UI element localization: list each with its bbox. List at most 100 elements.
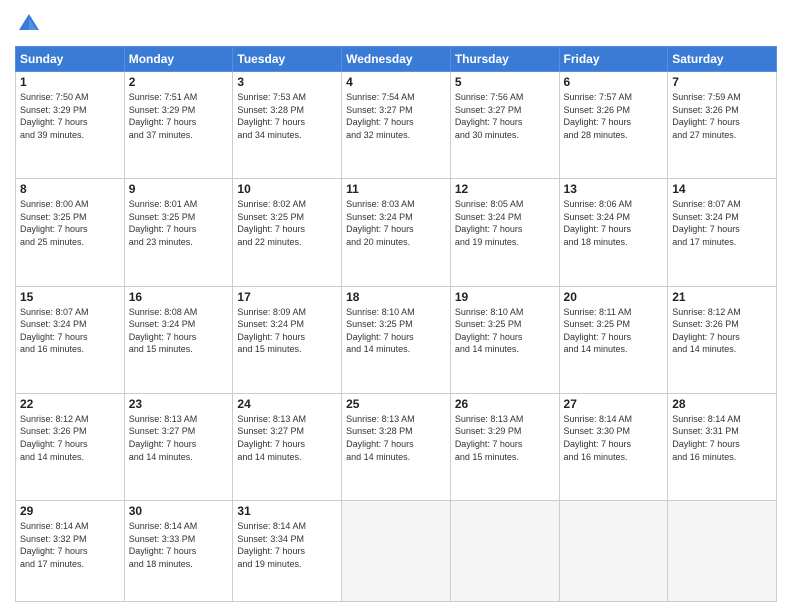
calendar-cell: 4 Sunrise: 7:54 AM Sunset: 3:27 PM Daylig…: [342, 72, 451, 179]
day-number: 27: [564, 397, 664, 411]
day-number: 26: [455, 397, 555, 411]
day-number: 25: [346, 397, 446, 411]
day-info: Sunrise: 8:14 AM Sunset: 3:32 PM Dayligh…: [20, 520, 120, 570]
calendar-cell: [668, 501, 777, 602]
calendar-cell: 20 Sunrise: 8:11 AM Sunset: 3:25 PM Dayli…: [559, 286, 668, 393]
day-info: Sunrise: 8:08 AM Sunset: 3:24 PM Dayligh…: [129, 306, 229, 356]
day-number: 11: [346, 182, 446, 196]
day-number: 7: [672, 75, 772, 89]
calendar-cell: [450, 501, 559, 602]
day-number: 21: [672, 290, 772, 304]
calendar-cell: [342, 501, 451, 602]
day-info: Sunrise: 8:06 AM Sunset: 3:24 PM Dayligh…: [564, 198, 664, 248]
calendar-cell: 29Sunrise: 8:14 AM Sunset: 3:32 PM Dayli…: [16, 501, 125, 602]
day-info: Sunrise: 7:57 AM Sunset: 3:26 PM Dayligh…: [564, 91, 664, 141]
day-info: Sunrise: 8:09 AM Sunset: 3:24 PM Dayligh…: [237, 306, 337, 356]
day-info: Sunrise: 8:02 AM Sunset: 3:25 PM Dayligh…: [237, 198, 337, 248]
page: SundayMondayTuesdayWednesdayThursdayFrid…: [0, 0, 792, 612]
calendar-cell: 23Sunrise: 8:13 AM Sunset: 3:27 PM Dayli…: [124, 393, 233, 500]
day-number: 18: [346, 290, 446, 304]
day-number: 17: [237, 290, 337, 304]
col-header-wednesday: Wednesday: [342, 47, 451, 72]
calendar-cell: 15 Sunrise: 8:07 AM Sunset: 3:24 PM Dayli…: [16, 286, 125, 393]
day-number: 8: [20, 182, 120, 196]
day-number: 16: [129, 290, 229, 304]
day-info: Sunrise: 8:10 AM Sunset: 3:25 PM Dayligh…: [346, 306, 446, 356]
calendar-cell: 5 Sunrise: 7:56 AM Sunset: 3:27 PM Daylig…: [450, 72, 559, 179]
calendar-cell: 9Sunrise: 8:01 AM Sunset: 3:25 PM Daylig…: [124, 179, 233, 286]
day-info: Sunrise: 8:14 AM Sunset: 3:34 PM Dayligh…: [237, 520, 337, 570]
day-number: 19: [455, 290, 555, 304]
day-number: 5: [455, 75, 555, 89]
day-number: 31: [237, 504, 337, 518]
calendar-cell: 6 Sunrise: 7:57 AM Sunset: 3:26 PM Daylig…: [559, 72, 668, 179]
day-info: Sunrise: 8:12 AM Sunset: 3:26 PM Dayligh…: [20, 413, 120, 463]
day-info: Sunrise: 8:14 AM Sunset: 3:31 PM Dayligh…: [672, 413, 772, 463]
calendar-table: SundayMondayTuesdayWednesdayThursdayFrid…: [15, 46, 777, 602]
day-info: Sunrise: 8:07 AM Sunset: 3:24 PM Dayligh…: [672, 198, 772, 248]
col-header-monday: Monday: [124, 47, 233, 72]
calendar-cell: 25Sunrise: 8:13 AM Sunset: 3:28 PM Dayli…: [342, 393, 451, 500]
col-header-thursday: Thursday: [450, 47, 559, 72]
calendar-cell: 22 Sunrise: 8:12 AM Sunset: 3:26 PM Dayli…: [16, 393, 125, 500]
day-number: 14: [672, 182, 772, 196]
calendar-cell: 31 Sunrise: 8:14 AM Sunset: 3:34 PM Dayli…: [233, 501, 342, 602]
day-number: 20: [564, 290, 664, 304]
calendar-cell: 8 Sunrise: 8:00 AM Sunset: 3:25 PM Daylig…: [16, 179, 125, 286]
day-info: Sunrise: 8:14 AM Sunset: 3:33 PM Dayligh…: [129, 520, 229, 570]
day-info: Sunrise: 8:12 AM Sunset: 3:26 PM Dayligh…: [672, 306, 772, 356]
day-info: Sunrise: 8:13 AM Sunset: 3:27 PM Dayligh…: [237, 413, 337, 463]
day-number: 12: [455, 182, 555, 196]
calendar-cell: 11Sunrise: 8:03 AM Sunset: 3:24 PM Dayli…: [342, 179, 451, 286]
calendar-cell: 14 Sunrise: 8:07 AM Sunset: 3:24 PM Dayli…: [668, 179, 777, 286]
calendar-week-4: 22 Sunrise: 8:12 AM Sunset: 3:26 PM Dayli…: [16, 393, 777, 500]
day-info: Sunrise: 7:50 AM Sunset: 3:29 PM Dayligh…: [20, 91, 120, 141]
calendar-header-row: SundayMondayTuesdayWednesdayThursdayFrid…: [16, 47, 777, 72]
calendar-cell: 27 Sunrise: 8:14 AM Sunset: 3:30 PM Dayli…: [559, 393, 668, 500]
calendar-cell: 19 Sunrise: 8:10 AM Sunset: 3:25 PM Dayli…: [450, 286, 559, 393]
logo-icon: [15, 10, 43, 38]
calendar-cell: 12Sunrise: 8:05 AM Sunset: 3:24 PM Dayli…: [450, 179, 559, 286]
calendar-cell: 24 Sunrise: 8:13 AM Sunset: 3:27 PM Dayli…: [233, 393, 342, 500]
day-number: 24: [237, 397, 337, 411]
day-info: Sunrise: 8:00 AM Sunset: 3:25 PM Dayligh…: [20, 198, 120, 248]
day-info: Sunrise: 7:51 AM Sunset: 3:29 PM Dayligh…: [129, 91, 229, 141]
calendar-week-5: 29Sunrise: 8:14 AM Sunset: 3:32 PM Dayli…: [16, 501, 777, 602]
day-number: 22: [20, 397, 120, 411]
calendar-cell: 21 Sunrise: 8:12 AM Sunset: 3:26 PM Dayli…: [668, 286, 777, 393]
day-number: 6: [564, 75, 664, 89]
day-number: 15: [20, 290, 120, 304]
day-info: Sunrise: 7:56 AM Sunset: 3:27 PM Dayligh…: [455, 91, 555, 141]
day-info: Sunrise: 8:11 AM Sunset: 3:25 PM Dayligh…: [564, 306, 664, 356]
calendar-cell: 18 Sunrise: 8:10 AM Sunset: 3:25 PM Dayli…: [342, 286, 451, 393]
day-number: 3: [237, 75, 337, 89]
calendar-cell: 26 Sunrise: 8:13 AM Sunset: 3:29 PM Dayli…: [450, 393, 559, 500]
calendar-cell: 17 Sunrise: 8:09 AM Sunset: 3:24 PM Dayli…: [233, 286, 342, 393]
calendar-week-1: 1 Sunrise: 7:50 AM Sunset: 3:29 PM Daylig…: [16, 72, 777, 179]
col-header-tuesday: Tuesday: [233, 47, 342, 72]
day-number: 30: [129, 504, 229, 518]
col-header-saturday: Saturday: [668, 47, 777, 72]
calendar-cell: 2Sunrise: 7:51 AM Sunset: 3:29 PM Daylig…: [124, 72, 233, 179]
day-info: Sunrise: 8:13 AM Sunset: 3:29 PM Dayligh…: [455, 413, 555, 463]
calendar-week-3: 15 Sunrise: 8:07 AM Sunset: 3:24 PM Dayli…: [16, 286, 777, 393]
day-info: Sunrise: 7:59 AM Sunset: 3:26 PM Dayligh…: [672, 91, 772, 141]
day-number: 28: [672, 397, 772, 411]
col-header-friday: Friday: [559, 47, 668, 72]
day-info: Sunrise: 7:53 AM Sunset: 3:28 PM Dayligh…: [237, 91, 337, 141]
day-info: Sunrise: 8:07 AM Sunset: 3:24 PM Dayligh…: [20, 306, 120, 356]
calendar-cell: 13 Sunrise: 8:06 AM Sunset: 3:24 PM Dayli…: [559, 179, 668, 286]
logo: [15, 10, 47, 38]
calendar-cell: 30 Sunrise: 8:14 AM Sunset: 3:33 PM Dayli…: [124, 501, 233, 602]
day-info: Sunrise: 8:10 AM Sunset: 3:25 PM Dayligh…: [455, 306, 555, 356]
day-info: Sunrise: 7:54 AM Sunset: 3:27 PM Dayligh…: [346, 91, 446, 141]
day-number: 13: [564, 182, 664, 196]
day-number: 23: [129, 397, 229, 411]
day-info: Sunrise: 8:14 AM Sunset: 3:30 PM Dayligh…: [564, 413, 664, 463]
calendar-cell: 10Sunrise: 8:02 AM Sunset: 3:25 PM Dayli…: [233, 179, 342, 286]
day-number: 4: [346, 75, 446, 89]
day-number: 1: [20, 75, 120, 89]
col-header-sunday: Sunday: [16, 47, 125, 72]
calendar-week-2: 8 Sunrise: 8:00 AM Sunset: 3:25 PM Daylig…: [16, 179, 777, 286]
calendar-cell: [559, 501, 668, 602]
